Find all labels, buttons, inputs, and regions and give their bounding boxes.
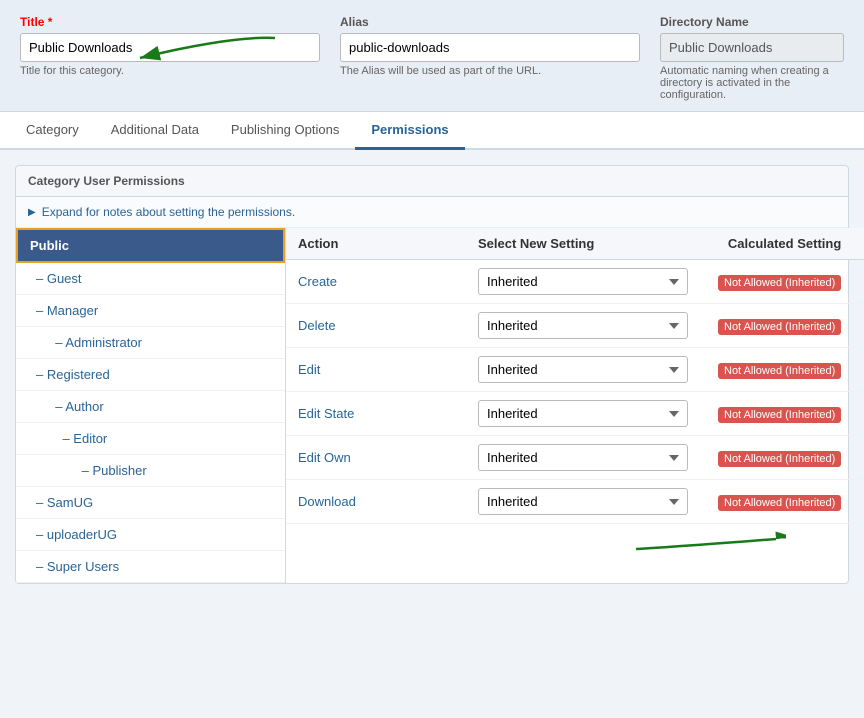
tabs-bar: Category Additional Data Publishing Opti… — [0, 112, 864, 150]
permissions-panel: Category User Permissions ▶ Expand for n… — [15, 165, 849, 584]
perm-calc-editstate: Not Allowed (Inherited) — [718, 406, 856, 421]
perm-row-download: Download Inherited Allowed Denied Not Al… — [286, 480, 864, 524]
perm-select-editstate-input[interactable]: Inherited Allowed Denied — [478, 400, 688, 427]
perm-calc-download: Not Allowed (Inherited) — [718, 494, 856, 509]
tab-publishing[interactable]: Publishing Options — [215, 112, 355, 150]
tab-permissions[interactable]: Permissions — [355, 112, 464, 150]
col-select-header: Select New Setting — [478, 236, 718, 251]
permissions-body: Public – Guest – Manager – Administrator… — [16, 228, 848, 583]
calc-badge-editstate: Not Allowed (Inherited) — [718, 407, 841, 423]
tab-additional[interactable]: Additional Data — [95, 112, 215, 150]
perm-row-editown: Edit Own Inherited Allowed Denied Not Al… — [286, 436, 864, 480]
alias-label: Alias — [340, 15, 640, 29]
title-field-group: Title * Title for this category. — [20, 15, 320, 101]
dirname-label: Directory Name — [660, 15, 844, 29]
perm-select-delete[interactable]: Inherited Allowed Denied — [478, 312, 718, 339]
perm-action-editstate: Edit State — [298, 406, 478, 421]
calc-badge-editown: Not Allowed (Inherited) — [718, 451, 841, 467]
perm-action-editown: Edit Own — [298, 450, 478, 465]
dirname-input — [660, 33, 844, 62]
main-content: Category User Permissions ▶ Expand for n… — [0, 150, 864, 599]
top-bar: Title * Title for this category. Alias T… — [0, 0, 864, 112]
arrow-right-area — [286, 524, 864, 564]
calc-badge-create: Not Allowed (Inherited) — [718, 275, 841, 291]
title-label: Title * — [20, 15, 320, 29]
user-item-editor[interactable]: – Editor — [16, 423, 285, 455]
expand-notes-row[interactable]: ▶ Expand for notes about setting the per… — [16, 197, 848, 228]
alias-hint: The Alias will be used as part of the UR… — [340, 65, 640, 77]
alias-input[interactable] — [340, 33, 640, 62]
user-item-guest[interactable]: – Guest — [16, 263, 285, 295]
user-item-uploaderug[interactable]: – uploaderUG — [16, 519, 285, 551]
user-item-publisher[interactable]: – Publisher — [16, 455, 285, 487]
perm-select-create-input[interactable]: Inherited Allowed Denied — [478, 268, 688, 295]
perm-row-create: Create Inherited Allowed Denied Not Allo… — [286, 260, 864, 304]
perm-action-edit: Edit — [298, 362, 478, 377]
perm-select-editown-input[interactable]: Inherited Allowed Denied — [478, 444, 688, 471]
perm-select-editstate[interactable]: Inherited Allowed Denied — [478, 400, 718, 427]
arrow-right-annotation — [626, 524, 786, 564]
user-item-manager[interactable]: – Manager — [16, 295, 285, 327]
alias-field-group: Alias The Alias will be used as part of … — [340, 15, 640, 101]
user-item-superusers[interactable]: – Super Users — [16, 551, 285, 583]
perm-calc-delete: Not Allowed (Inherited) — [718, 318, 856, 333]
user-item-registered[interactable]: – Registered — [16, 359, 285, 391]
perm-calc-create: Not Allowed (Inherited) — [718, 274, 856, 289]
title-input[interactable] — [20, 33, 320, 62]
user-item-administrator[interactable]: – Administrator — [16, 327, 285, 359]
dirname-field-group: Directory Name Automatic naming when cre… — [660, 15, 844, 101]
calc-badge-edit: Not Allowed (Inherited) — [718, 363, 841, 379]
calc-badge-delete: Not Allowed (Inherited) — [718, 319, 841, 335]
perm-calc-edit: Not Allowed (Inherited) — [718, 362, 856, 377]
calc-badge-download: Not Allowed (Inherited) — [718, 495, 841, 511]
user-list: Public – Guest – Manager – Administrator… — [16, 228, 286, 583]
perm-action-download: Download — [298, 494, 478, 509]
perm-select-editown[interactable]: Inherited Allowed Denied — [478, 444, 718, 471]
panel-title: Category User Permissions — [16, 166, 848, 197]
perm-action-delete: Delete — [298, 318, 478, 333]
tab-category[interactable]: Category — [10, 112, 95, 150]
permissions-table: Action Select New Setting Calculated Set… — [286, 228, 864, 583]
perm-select-download-input[interactable]: Inherited Allowed Denied — [478, 488, 688, 515]
perm-select-download[interactable]: Inherited Allowed Denied — [478, 488, 718, 515]
perm-action-create: Create — [298, 274, 478, 289]
perm-row-delete: Delete Inherited Allowed Denied Not Allo… — [286, 304, 864, 348]
perm-select-delete-input[interactable]: Inherited Allowed Denied — [478, 312, 688, 339]
expand-icon: ▶ — [28, 207, 36, 218]
user-item-public[interactable]: Public — [16, 228, 285, 263]
title-hint: Title for this category. — [20, 65, 320, 77]
col-action-header: Action — [298, 236, 478, 251]
perm-header: Action Select New Setting Calculated Set… — [286, 228, 864, 260]
perm-calc-editown: Not Allowed (Inherited) — [718, 450, 856, 465]
col-calc-header: Calculated Setting — [718, 236, 856, 251]
perm-select-edit[interactable]: Inherited Allowed Denied — [478, 356, 718, 383]
expand-text: Expand for notes about setting the permi… — [42, 205, 295, 219]
perm-row-editstate: Edit State Inherited Allowed Denied Not … — [286, 392, 864, 436]
perm-select-edit-input[interactable]: Inherited Allowed Denied — [478, 356, 688, 383]
perm-row-edit: Edit Inherited Allowed Denied Not Allowe… — [286, 348, 864, 392]
user-item-samug[interactable]: – SamUG — [16, 487, 285, 519]
user-item-author[interactable]: – Author — [16, 391, 285, 423]
dirname-hint: Automatic naming when creating a directo… — [660, 65, 844, 101]
perm-select-create[interactable]: Inherited Allowed Denied — [478, 268, 718, 295]
